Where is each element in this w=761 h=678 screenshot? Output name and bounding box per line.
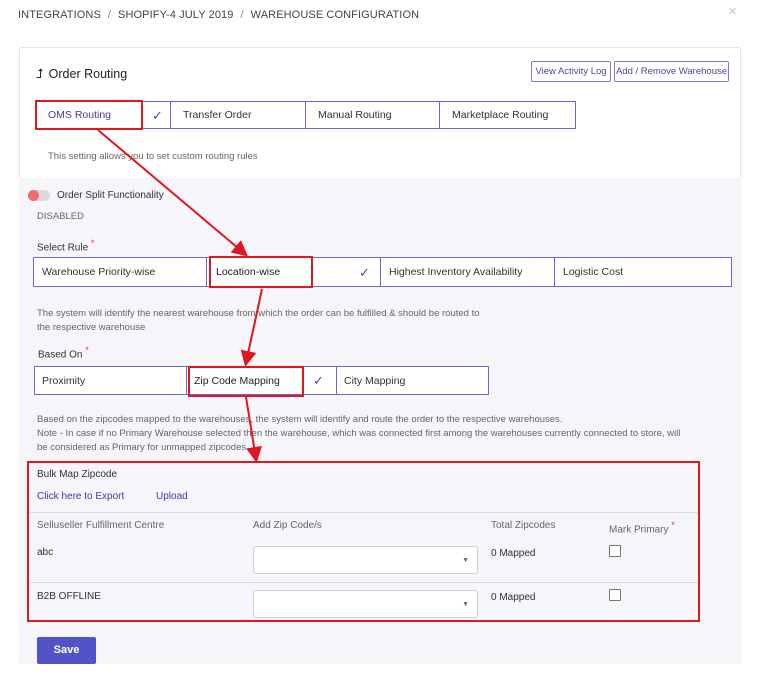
annotation-arrow-3	[245, 396, 262, 463]
annotation-arrow-2	[240, 288, 263, 367]
annotation-arrow-1	[97, 129, 249, 257]
annotation-arrows	[97, 129, 263, 463]
